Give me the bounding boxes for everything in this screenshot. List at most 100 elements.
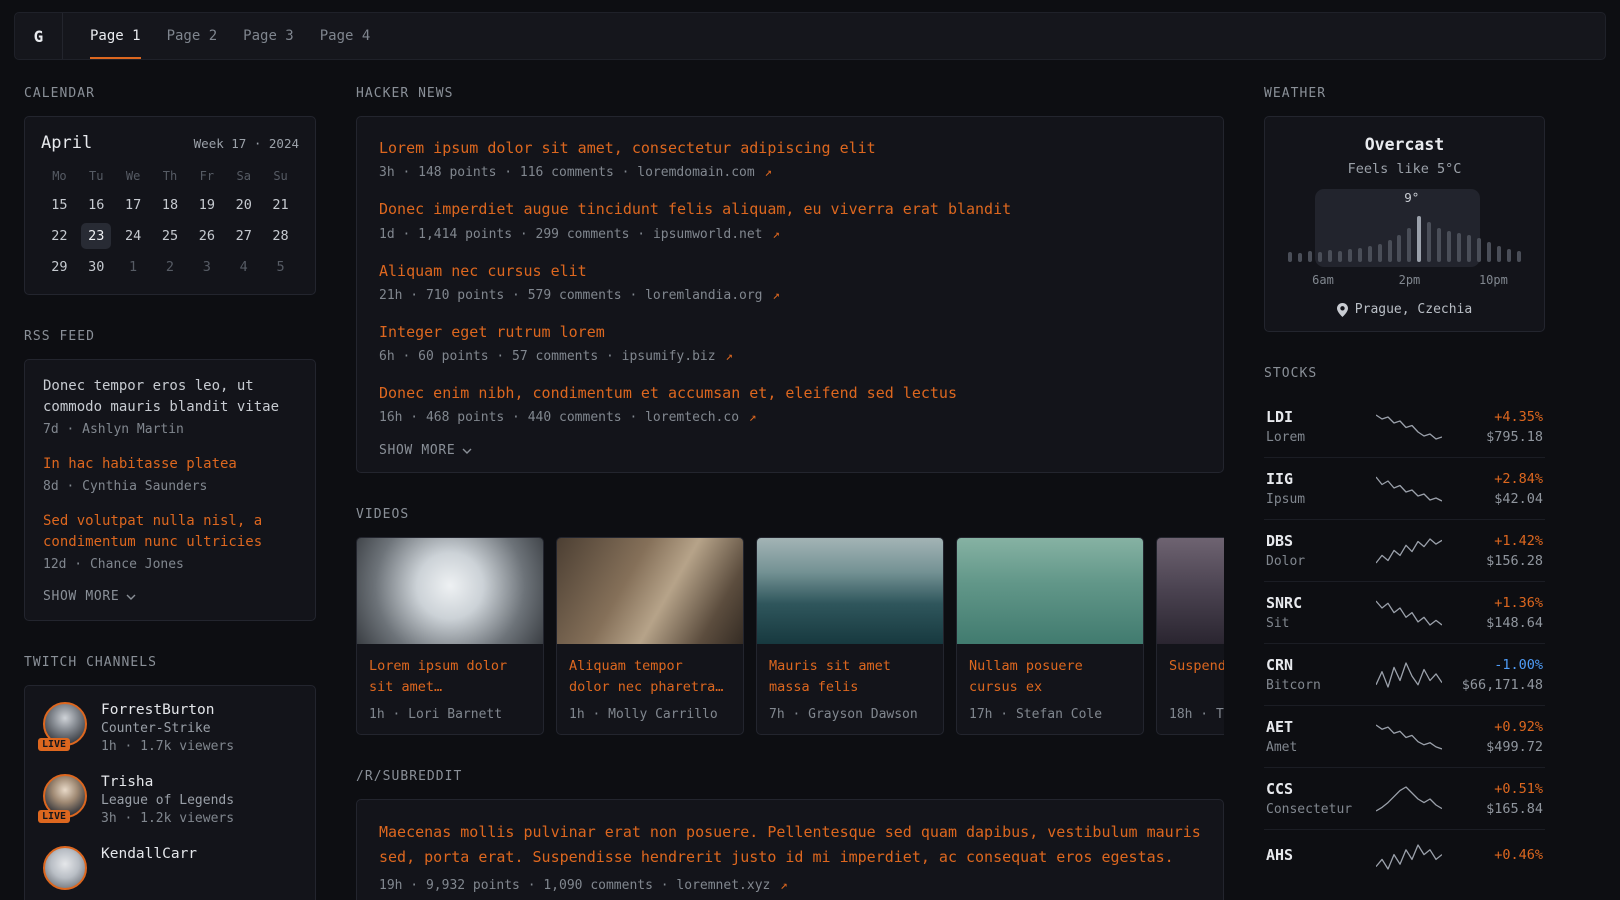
hn-item[interactable]: Donec imperdiet augue tincidunt felis al… [379, 198, 1201, 241]
hn-item-domain[interactable]: loremtech.co [645, 410, 739, 425]
stock-name: Bitcorn [1266, 678, 1362, 693]
stock-values: +1.36% $148.64 [1455, 595, 1543, 631]
hn-item-title[interactable]: Integer eget rutrum lorem [379, 321, 1201, 344]
rss-item-meta: 7d · Ashlyn Martin [43, 422, 297, 437]
weather-bar [1407, 228, 1411, 262]
calendar-date: 22 [44, 223, 74, 249]
external-link-icon: ↗ [725, 348, 733, 363]
page-tab[interactable]: Page 4 [307, 13, 384, 59]
calendar-day-name: Fr [192, 165, 222, 187]
rss-item-title[interactable]: Sed volutpat nulla nisl, a condimentum n… [43, 511, 297, 553]
stock-row[interactable]: LDI Lorem +4.35% $795.18 [1264, 396, 1545, 458]
stock-sparkline [1362, 598, 1455, 628]
hn-item[interactable]: Aliquam nec cursus elit 21h · 710 points… [379, 260, 1201, 303]
subreddit-post-domain[interactable]: loremnet.xyz [676, 878, 770, 893]
weather-hourly-chart: 9° [1283, 189, 1526, 267]
section-title-subreddit: /R/SUBREDDIT [356, 769, 1224, 784]
stock-row[interactable]: CCS Consectetur +0.51% $165.84 [1264, 768, 1545, 830]
video-thumbnail[interactable] [757, 538, 943, 644]
hn-item-title[interactable]: Aliquam nec cursus elit [379, 260, 1201, 283]
calendar-week-label: Week 17 · 2024 [194, 136, 299, 151]
weather-feels-like: Feels like 5°C [1281, 161, 1528, 177]
app-logo[interactable]: G [15, 13, 63, 59]
stock-row[interactable]: CRN Bitcorn -1.00% $66,171.48 [1264, 644, 1545, 706]
hn-item-title[interactable]: Lorem ipsum dolor sit amet, consectetur … [379, 137, 1201, 160]
weather-bar [1507, 249, 1511, 262]
weather-bar [1378, 244, 1382, 262]
page-tab[interactable]: Page 1 [77, 13, 154, 59]
hn-item-domain[interactable]: loremdomain.com [637, 165, 754, 180]
section-title-stocks: STOCKS [1264, 366, 1545, 381]
stock-change: +0.46% [1455, 847, 1543, 863]
calendar-date: 29 [44, 254, 74, 280]
video-thumbnail[interactable] [957, 538, 1143, 644]
hn-item-title[interactable]: Donec imperdiet augue tincidunt felis al… [379, 198, 1201, 221]
dashboard-content: CALENDAR April Week 17 · 2024 Mo Tu We T… [0, 60, 1620, 900]
subreddit-post[interactable]: Maecenas mollis pulvinar erat non posuer… [379, 820, 1201, 894]
video-card[interactable]: Suspendisse diam 18h · Tara [1156, 537, 1224, 735]
stock-price: $42.04 [1455, 491, 1543, 507]
twitch-channel[interactable]: LIVE Trisha League of Legends 3h · 1.2k … [43, 774, 297, 826]
video-title[interactable]: Lorem ipsum dolor sit amet consectetu… [369, 656, 531, 697]
video-card[interactable]: Lorem ipsum dolor sit amet consectetu… 1… [356, 537, 544, 735]
video-thumbnail[interactable] [1157, 538, 1224, 644]
video-title[interactable]: Suspendisse diam [1169, 656, 1224, 676]
stock-row[interactable]: IIG Ipsum +2.84% $42.04 [1264, 458, 1545, 520]
section-title-twitch: TWITCH CHANNELS [24, 655, 316, 670]
weather-bar [1368, 246, 1372, 262]
weather-bar [1288, 252, 1292, 262]
page-tab[interactable]: Page 2 [154, 13, 231, 59]
hn-item-domain[interactable]: ipsumworld.net [653, 227, 763, 242]
subreddit-post-title[interactable]: Maecenas mollis pulvinar erat non posuer… [379, 820, 1201, 870]
video-title[interactable]: Aliquam tempor dolor nec pharetra… [569, 656, 731, 697]
video-card[interactable]: Aliquam tempor dolor nec pharetra… 1h · … [556, 537, 744, 735]
rss-item[interactable]: In hac habitasse platea 8d · Cynthia Sau… [43, 454, 297, 494]
subreddit-post-meta: 19h · 9,932 points · 1,090 comments · lo… [379, 877, 1201, 893]
stock-ticker: LDI [1266, 408, 1362, 426]
video-card[interactable]: Nullam posuere cursus ex 17h · Stefan Co… [956, 537, 1144, 735]
hn-item-domain[interactable]: ipsumify.biz [622, 349, 716, 364]
video-body: Suspendisse diam 18h · Tara [1157, 644, 1224, 734]
stock-row[interactable]: AHS +0.46% [1264, 830, 1545, 884]
hn-item-meta: 21h · 710 points · 579 comments · loreml… [379, 287, 1201, 303]
video-card[interactable]: Mauris sit amet massa felis 7h · Grayson… [756, 537, 944, 735]
rss-show-more-button[interactable]: SHOW MORE [43, 589, 136, 604]
stock-row[interactable]: AET Amet +0.92% $499.72 [1264, 706, 1545, 768]
stock-row[interactable]: SNRC Sit +1.36% $148.64 [1264, 582, 1545, 644]
hn-item[interactable]: Lorem ipsum dolor sit amet, consectetur … [379, 137, 1201, 180]
weather-bar [1318, 252, 1322, 262]
channel-meta: 3h · 1.2k viewers [101, 811, 234, 826]
channel-game[interactable]: League of Legends [101, 793, 234, 808]
subreddit-widget: Maecenas mollis pulvinar erat non posuer… [356, 799, 1224, 900]
twitch-channel[interactable]: LIVE ForrestBurton Counter-Strike 1h · 1… [43, 702, 297, 754]
weather-bar [1338, 251, 1342, 262]
stock-id: AHS [1266, 846, 1362, 868]
stock-row[interactable]: DBS Dolor +1.42% $156.28 [1264, 520, 1545, 582]
video-title[interactable]: Nullam posuere cursus ex [969, 656, 1131, 697]
hn-item-domain[interactable]: loremlandia.org [645, 288, 762, 303]
hn-item[interactable]: Donec enim nibh, condimentum et accumsan… [379, 382, 1201, 425]
channel-game[interactable]: Counter-Strike [101, 721, 234, 736]
rss-item-title[interactable]: In hac habitasse platea [43, 454, 297, 475]
stocks-list: LDI Lorem +4.35% $795.18 IIG Ipsum [1264, 396, 1545, 884]
calendar-section: CALENDAR April Week 17 · 2024 Mo Tu We T… [24, 86, 316, 295]
channel-name[interactable]: KendallCarr [101, 846, 197, 862]
twitch-channel[interactable]: LIVE KendallCarr [43, 846, 297, 890]
stock-price: $66,171.48 [1455, 677, 1543, 693]
rss-item-title[interactable]: Donec tempor eros leo, ut commodo mauris… [43, 376, 297, 418]
stock-id: CRN Bitcorn [1266, 656, 1362, 693]
rss-item[interactable]: Sed volutpat nulla nisl, a condimentum n… [43, 511, 297, 572]
video-title[interactable]: Mauris sit amet massa felis [769, 656, 931, 697]
page-tab[interactable]: Page 3 [230, 13, 307, 59]
right-column: WEATHER Overcast Feels like 5°C 9° [1264, 86, 1545, 900]
video-meta: 17h · Stefan Cole [969, 707, 1131, 722]
rss-item[interactable]: Donec tempor eros leo, ut commodo mauris… [43, 376, 297, 437]
middle-column: HACKER NEWS Lorem ipsum dolor sit amet, … [356, 86, 1224, 900]
hn-item[interactable]: Integer eget rutrum lorem 6h · 60 points… [379, 321, 1201, 364]
channel-name[interactable]: ForrestBurton [101, 702, 234, 718]
hn-show-more-button[interactable]: SHOW MORE [379, 443, 472, 458]
channel-name[interactable]: Trisha [101, 774, 234, 790]
video-thumbnail[interactable] [357, 538, 543, 644]
video-thumbnail[interactable] [557, 538, 743, 644]
hn-item-title[interactable]: Donec enim nibh, condimentum et accumsan… [379, 382, 1201, 405]
